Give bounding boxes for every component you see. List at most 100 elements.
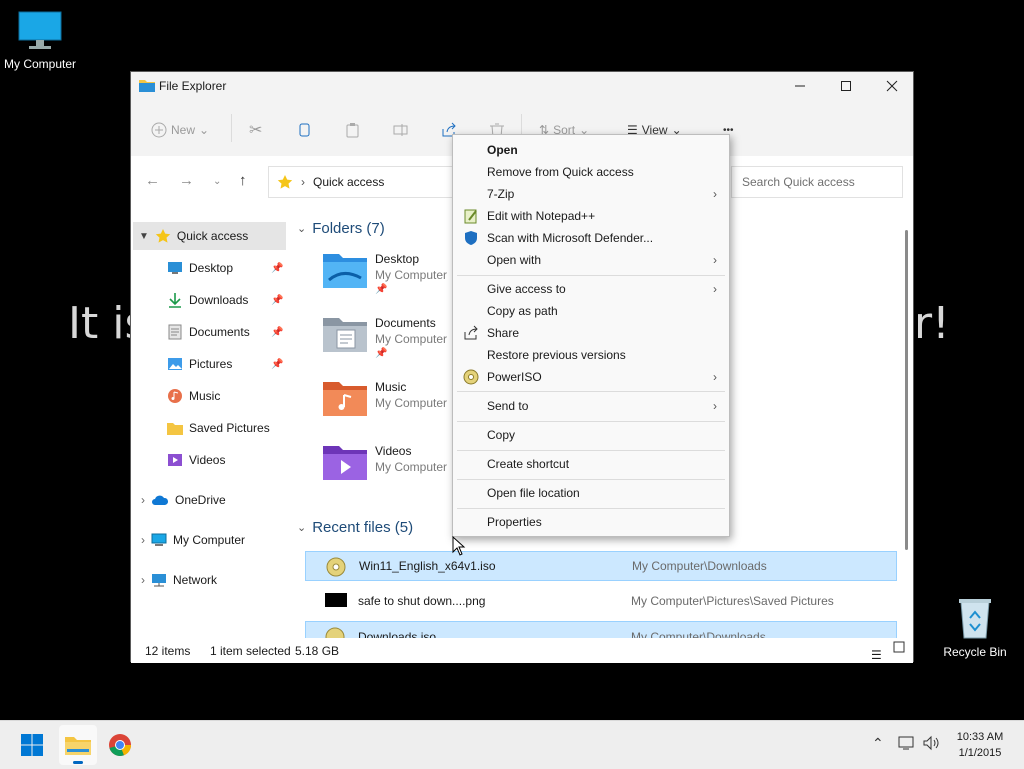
chevron-down-icon: ⌄	[213, 176, 222, 187]
folder-location: My Computer	[375, 268, 448, 282]
chevron-down-icon: ⌄	[297, 522, 307, 534]
sidebar-item-my-computer[interactable]: › My Computer	[141, 526, 286, 554]
scrollbar-thumb[interactable]	[905, 230, 908, 550]
up-button[interactable]: ↑	[239, 172, 247, 189]
sidebar-item-pictures[interactable]: Pictures 📌	[167, 350, 287, 378]
menu-item-share[interactable]: Share	[453, 322, 729, 344]
sidebar-item-desktop[interactable]: Desktop 📌	[167, 254, 287, 282]
menu-item-poweriso[interactable]: PowerISO ›	[453, 366, 729, 388]
chevron-right-icon: ›	[141, 493, 145, 507]
search-box[interactable]: Search Quick access	[731, 166, 903, 198]
cut-button[interactable]: ✂	[249, 120, 262, 140]
folders-section-header[interactable]: ⌄ Folders (7)	[297, 220, 385, 237]
rename-button[interactable]	[393, 120, 409, 140]
sidebar-item-onedrive[interactable]: › OneDrive	[141, 486, 286, 514]
network-tray-button[interactable]	[898, 735, 916, 754]
menu-item-properties[interactable]: Properties	[453, 511, 729, 533]
recent-locations-button[interactable]: ⌄	[213, 176, 221, 187]
sidebar-item-network[interactable]: › Network	[141, 566, 286, 594]
maximize-icon	[841, 81, 851, 91]
menu-item-remove-from-quick-access[interactable]: Remove from Quick access	[453, 161, 729, 183]
folder-icon	[139, 80, 155, 92]
menu-item-open[interactable]: Open	[453, 139, 729, 161]
recent-file-row[interactable]: safe to shut down....png My Computer\Pic…	[305, 586, 897, 616]
disc-image-icon	[326, 557, 346, 577]
address-bar[interactable]: › Quick access	[268, 166, 458, 198]
volume-tray-button[interactable]	[922, 735, 940, 754]
pin-icon: 📌	[271, 358, 284, 370]
menu-separator	[457, 450, 725, 451]
new-button[interactable]: New ⌄	[151, 120, 209, 140]
recent-file-row[interactable]: Downloads.iso My Computer\Downloads	[305, 621, 897, 638]
menu-item-7zip[interactable]: 7-Zip ›	[453, 183, 729, 205]
folder-tile-desktop[interactable]: Desktop My Computer 📌	[323, 250, 453, 310]
title-bar[interactable]: File Explorer	[131, 72, 913, 100]
wallpaper-text-end: r!	[914, 298, 950, 349]
chevron-right-icon: ›	[301, 175, 305, 189]
menu-item-edit-with-notepadpp[interactable]: Edit with Notepad++	[453, 205, 729, 227]
documents-icon	[168, 324, 182, 340]
rename-icon	[393, 124, 408, 136]
menu-separator	[457, 479, 725, 480]
menu-item-label: Create shortcut	[487, 457, 570, 471]
menu-item-give-access-to[interactable]: Give access to ›	[453, 278, 729, 300]
sidebar-item-music[interactable]: Music	[167, 382, 287, 410]
sidebar-item-label: Videos	[189, 453, 226, 467]
close-button[interactable]	[869, 72, 915, 100]
maximize-button[interactable]	[823, 72, 869, 100]
folder-tile-documents[interactable]: Documents My Computer 📌	[323, 314, 453, 374]
active-indicator	[73, 761, 83, 764]
file-name: Win11_English_x64v1.iso	[359, 559, 496, 573]
recent-files-section-header[interactable]: ⌄ Recent files (5)	[297, 519, 413, 536]
menu-item-scan-with-defender[interactable]: Scan with Microsoft Defender...	[453, 227, 729, 249]
selection-size: 5.18 GB	[295, 644, 340, 658]
paste-button[interactable]	[345, 120, 361, 140]
music-folder-icon	[323, 382, 367, 416]
taskbar-file-explorer-button[interactable]	[59, 725, 97, 765]
sidebar-item-label: Saved Pictures	[189, 421, 270, 435]
menu-item-open-with[interactable]: Open with ›	[453, 249, 729, 271]
menu-item-copy-as-path[interactable]: Copy as path	[453, 300, 729, 322]
folder-tile-videos[interactable]: Videos My Computer	[323, 442, 453, 502]
vertical-scrollbar[interactable]	[904, 212, 910, 562]
chevron-right-icon: ›	[713, 370, 717, 384]
forward-button[interactable]: →	[179, 172, 194, 189]
file-name: Downloads.iso	[358, 630, 437, 638]
menu-item-copy[interactable]: Copy	[453, 424, 729, 446]
copy-icon	[299, 123, 310, 137]
window-title: File Explorer	[159, 79, 227, 93]
chevron-right-icon: ›	[713, 253, 717, 267]
close-icon	[886, 80, 898, 92]
pictures-icon	[168, 358, 182, 370]
sidebar-item-saved-pictures[interactable]: Saved Pictures	[167, 414, 287, 442]
system-clock[interactable]: 10:33 AM 1/1/2015	[948, 729, 1012, 761]
taskbar-chrome-button[interactable]	[100, 725, 140, 765]
minimize-button[interactable]	[777, 72, 823, 100]
sidebar-item-documents[interactable]: Documents 📌	[167, 318, 287, 346]
recent-file-row-selected[interactable]: Win11_English_x64v1.iso My Computer\Down…	[305, 551, 897, 581]
folder-tile-music[interactable]: Music My Computer	[323, 378, 453, 438]
copy-button[interactable]	[297, 120, 313, 140]
sidebar-item-quick-access[interactable]: ▼ Quick access	[133, 222, 286, 250]
desktop-icon-recycle-bin[interactable]: Recycle Bin	[935, 596, 1015, 659]
chevron-down-icon: ⌄	[297, 223, 307, 235]
clock-time: 10:33 AM	[956, 731, 1004, 743]
sidebar-item-downloads[interactable]: Downloads 📌	[167, 286, 287, 314]
menu-item-create-shortcut[interactable]: Create shortcut	[453, 453, 729, 475]
folder-icon	[167, 423, 183, 435]
tiles-view-button[interactable]	[893, 641, 905, 656]
start-button[interactable]	[12, 725, 52, 765]
menu-item-label: PowerISO	[487, 370, 542, 384]
menu-separator	[457, 391, 725, 392]
menu-item-restore-previous-versions[interactable]: Restore previous versions	[453, 344, 729, 366]
context-menu: Open Remove from Quick access 7-Zip › Edi…	[452, 134, 730, 537]
menu-item-open-file-location[interactable]: Open file location	[453, 482, 729, 504]
back-button[interactable]: ←	[145, 172, 160, 189]
desktop-icon-my-computer[interactable]: My Computer	[0, 10, 80, 71]
sidebar-item-videos[interactable]: Videos	[167, 446, 287, 474]
menu-item-label: Remove from Quick access	[487, 165, 634, 179]
file-location: My Computer\Downloads	[631, 630, 766, 638]
sidebar-item-label: Pictures	[189, 357, 233, 371]
show-hidden-icons-button[interactable]: ⌃	[872, 735, 884, 752]
menu-item-send-to[interactable]: Send to ›	[453, 395, 729, 417]
